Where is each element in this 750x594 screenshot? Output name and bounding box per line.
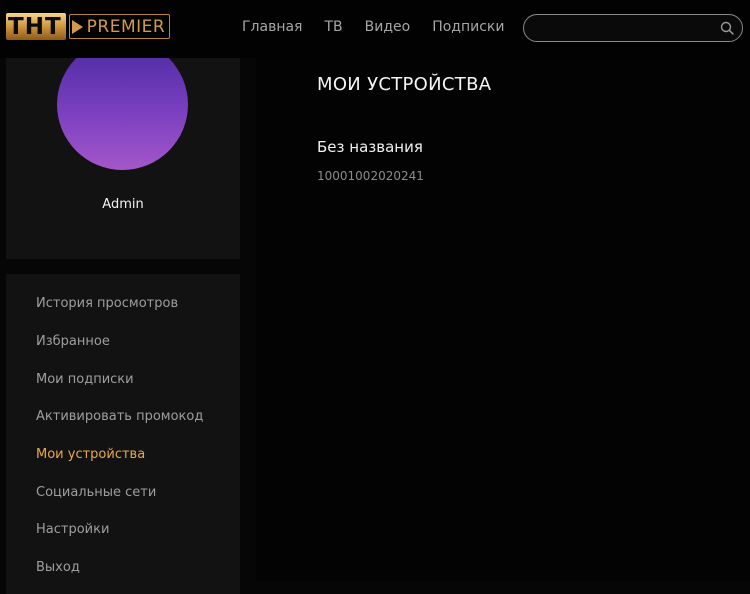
top-header: ТНТ PREMIER Главная ТВ Видео Подписки: [0, 0, 750, 58]
nav-video[interactable]: Видео: [365, 19, 411, 35]
nav-subscriptions[interactable]: Подписки: [432, 19, 504, 35]
search-input[interactable]: [538, 19, 712, 39]
menu-item-my-subscriptions[interactable]: Мои подписки: [36, 372, 134, 387]
menu-item-my-devices[interactable]: Мои устройства: [36, 447, 145, 462]
device-id: 10001002020241: [317, 169, 424, 183]
menu-item-settings[interactable]: Настройки: [36, 522, 109, 537]
menu-item-activate-promo[interactable]: Активировать промокод: [36, 409, 203, 424]
main-content-area: [256, 58, 750, 581]
logo-premier-badge: PREMIER: [68, 14, 171, 39]
tnt-premier-logo[interactable]: ТНТ PREMIER: [6, 13, 171, 40]
main-nav: Главная ТВ Видео Подписки: [242, 19, 526, 35]
device-name: Без названия: [317, 138, 423, 156]
logo-premier-text: PREMIER: [86, 16, 166, 37]
page-title: МОИ УСТРОЙСТВА: [317, 74, 492, 95]
profile-card: Admin: [6, 58, 240, 259]
avatar[interactable]: [57, 58, 188, 170]
menu-item-logout[interactable]: Выход: [36, 560, 80, 575]
play-icon: [71, 19, 83, 34]
nav-tv[interactable]: ТВ: [324, 19, 342, 35]
logo-tnt-text: ТНТ: [6, 13, 66, 40]
search-box[interactable]: [523, 14, 743, 42]
menu-item-favorites[interactable]: Избранное: [36, 334, 110, 349]
username: Admin: [102, 197, 144, 212]
nav-home[interactable]: Главная: [242, 19, 302, 35]
search-icon[interactable]: [720, 21, 734, 35]
menu-item-social[interactable]: Социальные сети: [36, 485, 156, 500]
profile-menu: История просмотров Избранное Мои подписк…: [6, 274, 240, 594]
menu-item-history[interactable]: История просмотров: [36, 296, 178, 311]
